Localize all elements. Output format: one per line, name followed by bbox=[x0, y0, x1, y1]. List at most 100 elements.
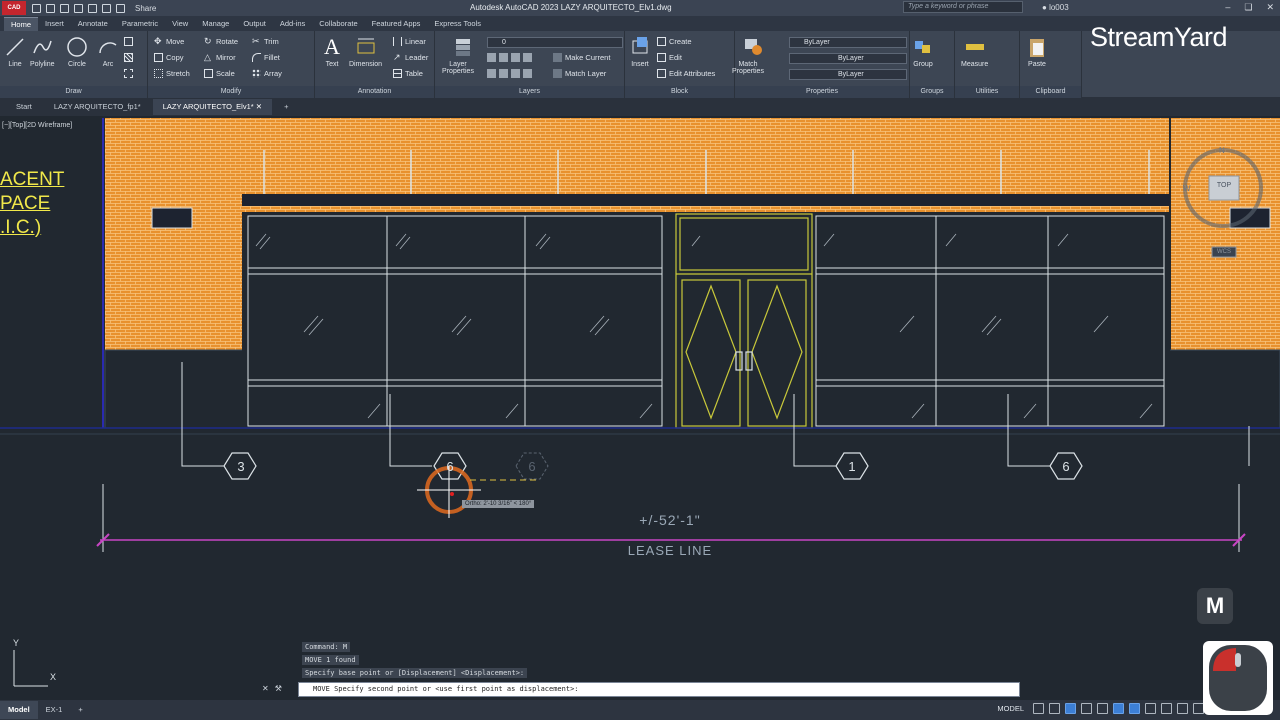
dimension-button[interactable]: Dimension bbox=[349, 35, 382, 68]
edit-attributes-button[interactable]: Edit Attributes bbox=[657, 69, 715, 78]
tab-parametric[interactable]: Parametric bbox=[115, 17, 165, 31]
viewcube-north[interactable]: N bbox=[1219, 146, 1225, 155]
tab-add-ins[interactable]: Add-ins bbox=[273, 17, 312, 31]
application-menu-button[interactable]: CAD bbox=[2, 1, 26, 15]
group-button[interactable]: Group bbox=[912, 35, 934, 68]
command-customize-icon[interactable]: ⚒ bbox=[275, 684, 282, 693]
command-input[interactable]: MOVE Specify second point or <use first … bbox=[298, 682, 1020, 697]
insert-button[interactable]: Insert bbox=[629, 35, 651, 68]
lineweight-icon[interactable] bbox=[1145, 703, 1156, 714]
layer-properties-button[interactable]: Layer Properties bbox=[442, 35, 478, 75]
tab-annotate[interactable]: Annotate bbox=[71, 17, 115, 31]
layout-tab-model[interactable]: Model bbox=[0, 701, 38, 719]
save-as-icon[interactable] bbox=[74, 3, 83, 13]
isodraft-icon[interactable] bbox=[1097, 703, 1108, 714]
viewcube-top[interactable]: TOP bbox=[1209, 182, 1239, 189]
stretch-button[interactable]: Stretch bbox=[154, 69, 190, 78]
text-button[interactable]: A Text bbox=[321, 35, 343, 69]
file-tab-floor-plan[interactable]: LAZY ARQUITECTO_fp1* bbox=[44, 99, 151, 115]
polyline-button[interactable]: Polyline bbox=[30, 35, 55, 68]
model-space-toggle[interactable]: MODEL bbox=[997, 704, 1024, 713]
paste-button[interactable]: Paste bbox=[1026, 35, 1048, 68]
array-button[interactable]: Array bbox=[252, 69, 282, 78]
properties-panel-title[interactable]: Properties bbox=[735, 86, 909, 98]
layer-lock-icon[interactable] bbox=[523, 53, 532, 62]
close-tab-icon[interactable]: ✕ bbox=[256, 102, 262, 111]
make-current-button[interactable]: Make Current bbox=[553, 53, 610, 62]
ortho-icon[interactable] bbox=[1065, 703, 1076, 714]
close-icon[interactable]: ✕ bbox=[1266, 2, 1274, 13]
grid-icon[interactable] bbox=[1033, 703, 1044, 714]
color-dropdown[interactable]: ByLayer bbox=[789, 37, 907, 48]
tab-manage[interactable]: Manage bbox=[195, 17, 236, 31]
add-layout-button[interactable]: + bbox=[70, 701, 90, 719]
file-tab-start[interactable]: Start bbox=[6, 99, 42, 115]
edit-block-button[interactable]: Edit bbox=[657, 53, 682, 62]
linetype-dropdown[interactable]: ByLayer bbox=[789, 53, 907, 64]
modify-panel-title[interactable]: Modify bbox=[148, 86, 314, 98]
open-file-icon[interactable] bbox=[46, 3, 55, 13]
command-close-icon[interactable]: ✕ bbox=[262, 684, 269, 693]
trim-button[interactable]: ✂ Trim bbox=[252, 37, 279, 47]
table-button[interactable]: Table bbox=[393, 69, 423, 78]
arc-button[interactable]: Arc bbox=[97, 35, 119, 68]
rectangle-icon[interactable] bbox=[124, 37, 133, 46]
circle-button[interactable]: Circle bbox=[66, 35, 88, 68]
new-file-icon[interactable] bbox=[32, 3, 41, 13]
user-account[interactable]: ● lo003 bbox=[1042, 3, 1069, 12]
draw-panel-title[interactable]: Draw bbox=[0, 86, 147, 98]
move-button[interactable]: ✥ Move bbox=[154, 37, 184, 47]
tab-express-tools[interactable]: Express Tools bbox=[427, 17, 488, 31]
layers-panel-title[interactable]: Layers bbox=[435, 86, 624, 98]
scale-button[interactable]: Scale bbox=[204, 69, 235, 78]
block-panel-title[interactable]: Block bbox=[625, 86, 734, 98]
tab-featured-apps[interactable]: Featured Apps bbox=[365, 17, 428, 31]
create-block-button[interactable]: Create bbox=[657, 37, 692, 46]
lineweight-dropdown[interactable]: ByLayer bbox=[789, 69, 907, 80]
groups-panel-title[interactable]: Groups bbox=[910, 86, 954, 98]
fillet-button[interactable]: Fillet bbox=[252, 53, 280, 62]
layer-walk-icon[interactable] bbox=[487, 69, 496, 78]
mirror-button[interactable]: △ Mirror bbox=[204, 53, 236, 63]
line-button[interactable]: Line bbox=[4, 35, 26, 68]
layer-freeze-icon[interactable] bbox=[511, 53, 520, 62]
search-input[interactable]: Type a keyword or phrase bbox=[903, 1, 1023, 13]
undo-icon[interactable] bbox=[102, 3, 111, 13]
layer-isolate-icon[interactable] bbox=[499, 53, 508, 62]
polar-icon[interactable] bbox=[1081, 703, 1092, 714]
restore-icon[interactable]: ❏ bbox=[1244, 2, 1252, 13]
save-icon[interactable] bbox=[60, 3, 69, 13]
object-snap-tracking-icon[interactable] bbox=[1113, 703, 1124, 714]
tab-home[interactable]: Home bbox=[4, 17, 39, 31]
object-snap-icon[interactable] bbox=[1129, 703, 1140, 714]
layer-off-icon[interactable] bbox=[487, 53, 496, 62]
viewcube-west[interactable]: W bbox=[1183, 184, 1191, 193]
file-tab-elevation[interactable]: LAZY ARQUITECTO_Elv1* ✕ bbox=[152, 99, 273, 115]
layer-unisolate-icon[interactable] bbox=[511, 69, 520, 78]
tab-collaborate[interactable]: Collaborate bbox=[312, 17, 364, 31]
snap-icon[interactable] bbox=[1049, 703, 1060, 714]
layer-thaw-icon[interactable] bbox=[523, 69, 532, 78]
transparency-icon[interactable] bbox=[1161, 703, 1172, 714]
boundary-icon[interactable] bbox=[124, 69, 133, 78]
wcs-menu[interactable]: WCS bbox=[1212, 249, 1236, 255]
redo-icon[interactable] bbox=[116, 3, 125, 13]
minimize-icon[interactable]: – bbox=[1225, 2, 1230, 13]
layer-previous-icon[interactable] bbox=[499, 69, 508, 78]
hatch-icon[interactable] bbox=[124, 53, 133, 62]
rotate-button[interactable]: ↻ Rotate bbox=[204, 37, 238, 47]
layer-dropdown[interactable]: 0 bbox=[487, 37, 623, 48]
utilities-panel-title[interactable]: Utilities bbox=[955, 86, 1019, 98]
leader-button[interactable]: ↗ Leader bbox=[393, 53, 428, 63]
tab-insert[interactable]: Insert bbox=[38, 17, 71, 31]
match-properties-button[interactable]: Match Properties bbox=[732, 35, 768, 75]
annotation-panel-title[interactable]: Annotation bbox=[315, 86, 434, 98]
new-tab-button[interactable]: + bbox=[274, 99, 298, 115]
viewport-controls[interactable]: [−][Top][2D Wireframe] bbox=[2, 122, 72, 129]
tab-view[interactable]: View bbox=[165, 17, 195, 31]
tab-output[interactable]: Output bbox=[236, 17, 273, 31]
plot-icon[interactable] bbox=[88, 3, 97, 13]
annotation-scale-icon[interactable] bbox=[1177, 703, 1188, 714]
drawing-canvas[interactable]: [−][Top][2D Wireframe] ACENT PACE .I.C.)… bbox=[0, 116, 1280, 706]
share-button[interactable]: Share bbox=[135, 4, 156, 13]
